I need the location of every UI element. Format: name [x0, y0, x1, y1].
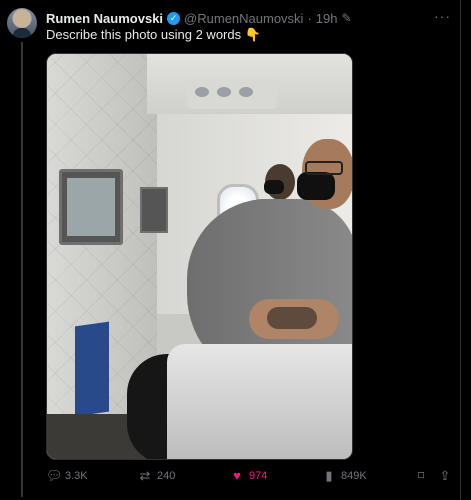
like-count: 974 — [249, 469, 268, 482]
reply-count: 3.3K — [65, 470, 88, 482]
author-handle[interactable]: @RumenNaumovski — [184, 11, 303, 26]
tweet-actions: 💬︎ 3.3K ⇄ 240 ♥ 974 ▮ 849K ⌑ ⇪ — [46, 468, 457, 486]
bookmark-button[interactable]: ⌑ — [414, 468, 428, 484]
seatback-screen-small — [140, 187, 168, 233]
reply-button[interactable]: 💬︎ 3.3K — [46, 468, 88, 484]
pointing-down-emoji: 👇 — [244, 27, 261, 42]
thread-line — [21, 42, 23, 497]
retweet-count: 240 — [157, 470, 176, 482]
tweet-time[interactable]: 19h — [316, 11, 338, 26]
tweet-header: Rumen Naumovski ✓ @RumenNaumovski · 19h … — [46, 9, 457, 27]
author-avatar[interactable] — [7, 8, 37, 38]
views-count: 849K — [341, 470, 367, 482]
verified-badge-icon: ✓ — [167, 11, 181, 25]
heart-icon: ♥ — [233, 468, 241, 483]
tweet-photo[interactable] — [46, 53, 353, 460]
more-options-icon[interactable]: ··· — [434, 8, 451, 24]
author-name[interactable]: Rumen Naumovski — [46, 11, 163, 26]
column-divider — [460, 0, 461, 500]
like-button[interactable]: ♥ 974 — [230, 468, 267, 483]
share-button[interactable]: ⇪ — [438, 468, 452, 484]
separator: · — [307, 10, 312, 26]
retweet-icon: ⇄ — [139, 468, 151, 483]
seatback-screen — [59, 169, 123, 245]
edited-pencil-icon: ✎ — [341, 11, 352, 25]
bookmark-icon: ⌑ — [417, 468, 425, 483]
airplane-seat — [167, 344, 352, 459]
overhead-vents — [187, 79, 277, 109]
views-button[interactable]: ▮ 849K — [322, 468, 367, 484]
tweet-text-body: Describe this photo using 2 words — [46, 27, 242, 42]
share-icon: ⇪ — [439, 468, 451, 483]
views-chart-icon: ▮ — [325, 468, 333, 483]
seat-pocket — [75, 321, 109, 417]
retweet-button[interactable]: ⇄ 240 — [138, 468, 176, 484]
tweet-text: Describe this photo using 2 words 👇 — [46, 27, 261, 43]
reply-icon: 💬︎ — [46, 468, 63, 483]
